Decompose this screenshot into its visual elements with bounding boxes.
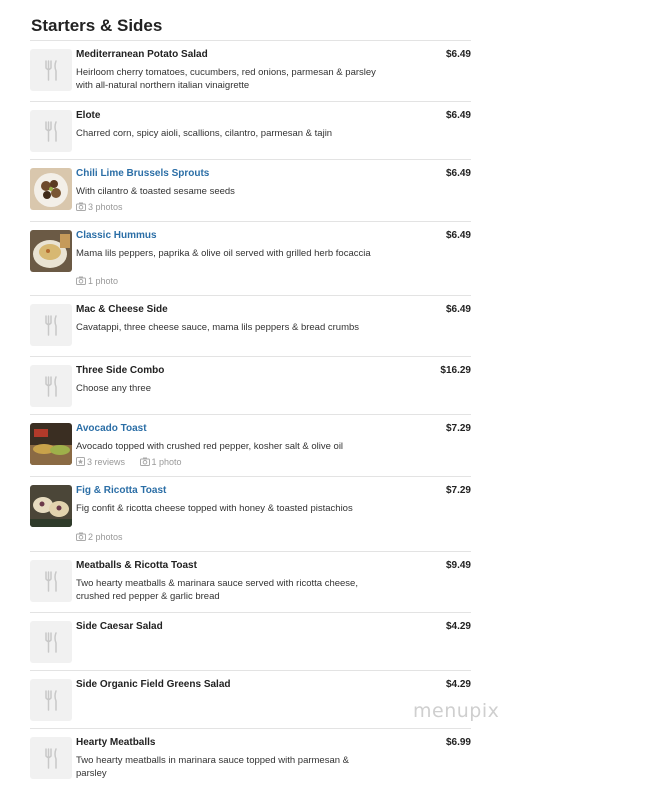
menu-item: Fig & Ricotta Toast Fig confit & ricotta… bbox=[30, 476, 471, 551]
item-price: $16.29 bbox=[440, 365, 471, 376]
fork-knife-icon bbox=[30, 110, 72, 152]
item-name: Hearty Meatballs bbox=[76, 737, 156, 748]
fork-knife-icon bbox=[30, 365, 72, 407]
item-name-link[interactable]: Fig & Ricotta Toast bbox=[76, 485, 166, 496]
item-price: $4.29 bbox=[445, 679, 471, 690]
item-name: Mediterranean Potato Salad bbox=[76, 49, 208, 60]
watermark: menupix bbox=[413, 700, 500, 722]
section-title: Starters & Sides bbox=[31, 16, 163, 35]
menu-item: Avocado Toast Avocado topped with crushe… bbox=[30, 414, 471, 476]
photos-link[interactable]: 1 photo bbox=[76, 276, 118, 287]
fork-knife-icon bbox=[30, 737, 72, 779]
fork-knife-icon bbox=[30, 621, 72, 663]
item-name: Meatballs & Ricotta Toast bbox=[76, 560, 197, 571]
menu-item: Side Caesar Salad $4.29 bbox=[30, 612, 471, 670]
item-name: Side Caesar Salad bbox=[76, 621, 163, 632]
item-description: Fig confit & ricotta cheese topped with … bbox=[76, 503, 353, 514]
camera-icon bbox=[76, 202, 86, 213]
item-price: $6.49 bbox=[445, 110, 471, 121]
photos-link[interactable]: 1 photo bbox=[139, 457, 182, 468]
menu-item: Chili Lime Brussels Sprouts With cilantr… bbox=[30, 159, 471, 221]
item-price: $6.99 bbox=[445, 737, 471, 748]
item-meta: 1 photo bbox=[76, 276, 130, 287]
menu-item: Side Organic Field Greens Salad $4.29 bbox=[30, 670, 471, 728]
menu-item: Hearty Meatballs Two hearty meatballs in… bbox=[30, 728, 471, 787]
fork-knife-icon bbox=[30, 679, 72, 721]
item-description: Choose any three bbox=[76, 383, 151, 394]
menu-item: Mediterranean Potato Salad Heirloom cher… bbox=[30, 40, 471, 101]
item-description: Heirloom cherry tomatoes, cucumbers, red… bbox=[76, 67, 376, 91]
menu-item: Mac & Cheese Side Cavatappi, three chees… bbox=[30, 295, 471, 356]
item-price: $6.49 bbox=[445, 168, 471, 179]
item-photo[interactable] bbox=[30, 485, 72, 527]
item-meta: 3 reviews 1 photo bbox=[76, 457, 194, 468]
item-photo[interactable] bbox=[30, 168, 72, 210]
reviews-link[interactable]: 3 reviews bbox=[76, 457, 125, 468]
item-price: $6.49 bbox=[445, 304, 471, 315]
menu-item: Classic Hummus Mama lils peppers, paprik… bbox=[30, 221, 471, 295]
item-name: Side Organic Field Greens Salad bbox=[76, 679, 231, 690]
item-photo[interactable] bbox=[30, 230, 72, 272]
fork-knife-icon bbox=[30, 304, 72, 346]
camera-icon bbox=[76, 532, 86, 543]
item-description: Charred corn, spicy aioli, scallions, ci… bbox=[76, 128, 333, 139]
item-description: Two hearty meatballs in marinara sauce t… bbox=[76, 755, 349, 779]
item-description: Avocado topped with crushed red pepper, … bbox=[76, 441, 344, 452]
item-description: With cilantro & toasted sesame seeds bbox=[76, 186, 235, 197]
item-price: $6.49 bbox=[445, 230, 471, 241]
photos-link[interactable]: 3 photos bbox=[76, 202, 123, 213]
item-name: Mac & Cheese Side bbox=[76, 304, 168, 315]
menu-item: Elote Charred corn, spicy aioli, scallio… bbox=[30, 101, 471, 159]
fork-knife-icon bbox=[30, 49, 72, 91]
item-name: Elote bbox=[76, 110, 101, 121]
review-star-icon bbox=[76, 457, 85, 468]
item-name-link[interactable]: Classic Hummus bbox=[76, 230, 157, 241]
menu-list: Mediterranean Potato Salad Heirloom cher… bbox=[30, 40, 471, 787]
item-price: $7.29 bbox=[445, 485, 471, 496]
menu-item: Three Side Combo Choose any three $16.29 bbox=[30, 356, 471, 414]
item-photo[interactable] bbox=[30, 423, 72, 465]
item-description: Two hearty meatballs & marinara sauce se… bbox=[76, 578, 358, 602]
item-price: $6.49 bbox=[445, 49, 471, 60]
item-name-link[interactable]: Chili Lime Brussels Sprouts bbox=[76, 168, 209, 179]
item-name: Three Side Combo bbox=[76, 365, 165, 376]
menu-item: Meatballs & Ricotta Toast Two hearty mea… bbox=[30, 551, 471, 612]
camera-icon bbox=[76, 276, 86, 287]
fork-knife-icon bbox=[30, 560, 72, 602]
item-description: Cavatappi, three cheese sauce, mama lils… bbox=[76, 322, 360, 333]
item-price: $7.29 bbox=[445, 423, 471, 434]
item-name-link[interactable]: Avocado Toast bbox=[76, 423, 147, 434]
item-meta: 3 photos bbox=[76, 202, 135, 213]
item-price: $4.29 bbox=[445, 621, 471, 632]
photos-link[interactable]: 2 photos bbox=[76, 532, 123, 543]
item-meta: 2 photos bbox=[76, 532, 135, 543]
camera-icon bbox=[139, 457, 150, 468]
item-description: Mama lils peppers, paprika & olive oil s… bbox=[76, 248, 371, 259]
item-price: $9.49 bbox=[445, 560, 471, 571]
